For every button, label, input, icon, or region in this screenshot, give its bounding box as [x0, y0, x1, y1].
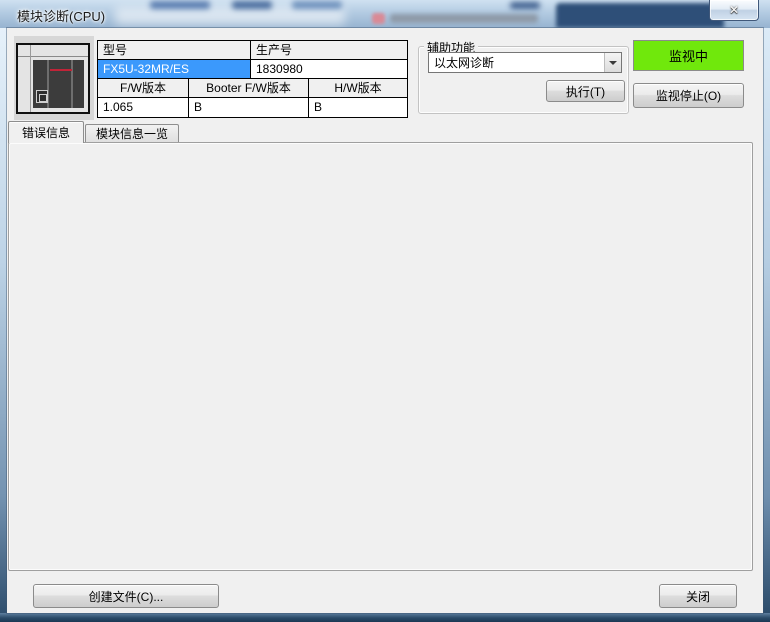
execute-button[interactable]: 执行(T)	[546, 80, 625, 102]
chevron-down-icon[interactable]	[604, 53, 621, 72]
blurred-tab-shape	[232, 1, 272, 9]
hw-version-header: H/W版本	[309, 79, 407, 98]
dropdown-selected-value: 以太网诊断	[429, 54, 604, 71]
blurred-document-title	[390, 14, 538, 23]
tab-error-info[interactable]: 错误信息	[8, 121, 84, 143]
blurred-tab-shape	[150, 1, 210, 9]
window-frame-bottom	[0, 613, 770, 622]
fw-version-header: F/W版本	[98, 79, 189, 98]
close-icon: ✕	[729, 3, 739, 17]
close-dialog-button[interactable]: 关闭	[659, 584, 737, 608]
table-row: 型号 生产号	[98, 41, 407, 60]
blurred-tab-shape	[510, 2, 540, 9]
serial-value-cell[interactable]: 1830980	[251, 60, 407, 79]
aux-functions-group: 辅助功能 以太网诊断 执行(T)	[418, 46, 629, 114]
window-title: 模块诊断(CPU)	[17, 6, 105, 25]
booter-fw-version-value[interactable]: B	[189, 98, 309, 117]
close-window-button[interactable]: ✕	[709, 0, 759, 21]
cpu-module-red-stripe	[50, 69, 72, 71]
blurred-dark-tab	[556, 3, 724, 28]
cpu-module-body	[33, 60, 84, 108]
window-frame-right	[763, 28, 770, 613]
tab-module-info-list[interactable]: 模块信息一览	[85, 124, 179, 142]
title-bar: 模块诊断(CPU) ✕	[0, 0, 770, 28]
cpu-module-port-icon	[36, 90, 48, 103]
model-column-header: 型号	[98, 41, 251, 60]
model-value-cell[interactable]: FX5U-32MR/ES	[98, 60, 251, 79]
create-file-button[interactable]: 创建文件(C)...	[33, 584, 219, 608]
booter-fw-version-header: Booter F/W版本	[189, 79, 309, 98]
table-row: 1.065 B B	[98, 98, 407, 117]
module-info-table: 型号 生产号 FX5U-32MR/ES 1830980 F/W版本 Booter…	[97, 40, 408, 118]
module-diagnostics-dialog: 型号 生产号 FX5U-32MR/ES 1830980 F/W版本 Booter…	[7, 28, 763, 613]
diagnostics-function-dropdown[interactable]: 以太网诊断	[428, 52, 622, 73]
tab-content-panel	[8, 142, 753, 571]
window-frame-left	[0, 28, 7, 613]
cpu-module-image	[14, 36, 94, 120]
blurred-document-icon	[372, 13, 385, 24]
serial-column-header: 生产号	[251, 41, 407, 60]
monitor-status-badge: 监视中	[633, 40, 744, 71]
table-row: F/W版本 Booter F/W版本 H/W版本	[98, 79, 407, 98]
monitor-stop-button[interactable]: 监视停止(O)	[633, 83, 744, 108]
cpu-module-drawing	[16, 43, 90, 114]
hw-version-value[interactable]: B	[309, 98, 407, 117]
fw-version-value[interactable]: 1.065	[98, 98, 189, 117]
table-row: FX5U-32MR/ES 1830980	[98, 60, 407, 79]
blurred-background-window	[115, 7, 345, 25]
blurred-tab-shape	[292, 1, 342, 9]
